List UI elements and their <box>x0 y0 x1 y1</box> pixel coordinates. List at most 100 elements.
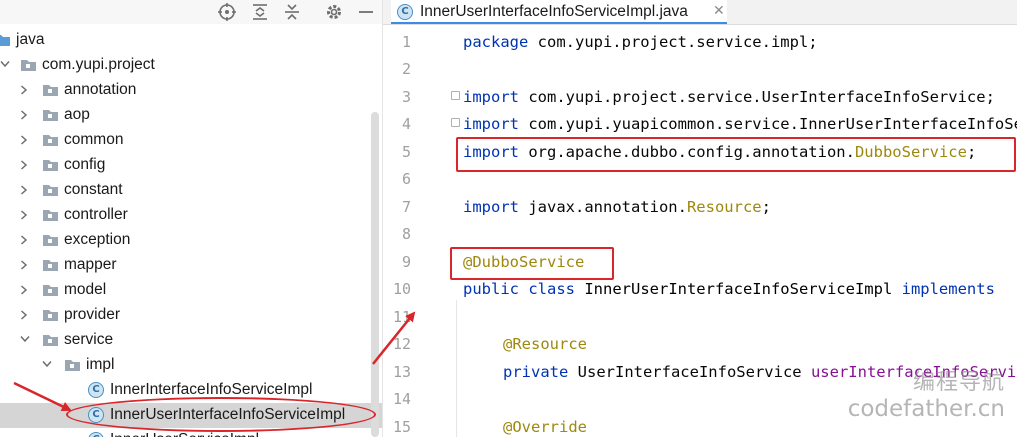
line-number: 5 <box>401 143 411 161</box>
tree-item-provider[interactable]: provider <box>0 303 382 328</box>
line-number: 13 <box>392 363 411 381</box>
tree-item-service[interactable]: service <box>0 328 382 353</box>
code-line-3: import com.yupi.project.service.UserInte… <box>463 88 995 106</box>
line-number: 10 <box>392 280 411 298</box>
highlight-box-dubbo-import <box>456 137 1016 172</box>
package-folder-icon <box>42 308 59 322</box>
chevron-right-icon[interactable] <box>20 210 28 220</box>
chevron-right-icon[interactable] <box>20 85 28 95</box>
chevron-right-icon[interactable] <box>20 135 28 145</box>
tree-item-label: annotation <box>64 81 137 98</box>
tree-item-label: constant <box>64 181 123 198</box>
locate-icon[interactable] <box>217 2 237 22</box>
highlight-box-dubbo-annotation <box>450 247 614 280</box>
line-number: 12 <box>392 335 411 353</box>
java-class-icon: C <box>88 382 104 398</box>
tree-item-label: impl <box>86 356 115 373</box>
package-folder-icon <box>20 58 37 72</box>
indent-guide <box>456 300 457 437</box>
chevron-right-icon[interactable] <box>20 285 28 295</box>
tab-title: InnerUserInterfaceInfoServiceImpl.java <box>420 3 688 20</box>
expand-all-icon[interactable] <box>250 2 270 22</box>
source-folder-icon <box>0 33 11 47</box>
code-line-7: import javax.annotation.Resource; <box>463 198 771 216</box>
line-number: 2 <box>401 60 411 78</box>
line-number: 6 <box>401 170 411 188</box>
tree-item-label: exception <box>64 231 131 248</box>
package-folder-icon <box>42 233 59 247</box>
line-number: 4 <box>401 115 411 133</box>
chevron-right-icon[interactable] <box>20 260 28 270</box>
chevron-down-icon[interactable] <box>42 360 52 368</box>
watermark-line-2: codefather.cn <box>847 396 1005 422</box>
java-class-icon: C <box>88 432 104 437</box>
line-number: 1 <box>401 33 411 51</box>
close-icon[interactable]: ✕ <box>713 3 725 19</box>
watermark-line-1: 编程导航 <box>912 370 1005 395</box>
line-number: 14 <box>392 390 411 408</box>
tree-item-common[interactable]: common <box>0 128 382 153</box>
code-line-12: @Resource <box>503 335 587 353</box>
tree-item-impl[interactable]: impl <box>0 353 382 378</box>
tab-inner-user-interface-info-service-impl[interactable]: C InnerUserInterfaceInfoServiceImpl.java… <box>391 0 727 24</box>
java-class-icon: C <box>397 4 413 20</box>
gear-icon[interactable] <box>324 2 344 22</box>
chevron-right-icon[interactable] <box>20 185 28 195</box>
package-folder-icon <box>42 183 59 197</box>
minimize-icon[interactable] <box>356 2 376 22</box>
fold-marker-icon[interactable] <box>451 118 460 127</box>
tree-item-annotation[interactable]: annotation <box>0 78 382 103</box>
tree-item-java[interactable]: java <box>0 28 382 53</box>
tree-item-com-yupi-project[interactable]: com.yupi.project <box>0 53 382 78</box>
line-number: 7 <box>401 198 411 216</box>
chevron-down-icon[interactable] <box>20 335 30 343</box>
chevron-right-icon[interactable] <box>20 235 28 245</box>
code-line-4: import com.yupi.yuapicommon.service.Inne… <box>463 115 1017 133</box>
line-number: 9 <box>401 253 411 271</box>
package-folder-icon <box>42 333 59 347</box>
collapse-all-icon[interactable] <box>282 2 302 22</box>
tree-item-label: java <box>16 31 45 48</box>
line-number: 11 <box>392 308 411 326</box>
project-toolbar <box>0 0 382 24</box>
package-folder-icon <box>42 283 59 297</box>
highlight-ellipse-selected-file <box>66 397 376 432</box>
editor-tab-bar: C InnerUserInterfaceInfoServiceImpl.java… <box>383 0 1017 25</box>
tree-item-label: mapper <box>64 256 117 273</box>
project-panel: java com.yupi.project annotation aop common c… <box>0 0 383 437</box>
code-line-1: package com.yupi.project.service.impl; <box>463 33 818 51</box>
tree-item-label: provider <box>64 306 120 323</box>
chevron-down-icon[interactable] <box>0 60 10 68</box>
tree-item-label: common <box>64 131 124 148</box>
watermark: 编程导航 codefather.cn <box>848 364 1005 422</box>
tree-item-mapper[interactable]: mapper <box>0 253 382 278</box>
chevron-right-icon[interactable] <box>20 160 28 170</box>
code-line-15: @Override <box>503 418 587 436</box>
tree-item-exception[interactable]: exception <box>0 228 382 253</box>
package-folder-icon <box>42 208 59 222</box>
code-line-10: public class InnerUserInterfaceInfoServi… <box>463 280 995 298</box>
tree-item-label: aop <box>64 106 90 123</box>
tree-item-label: controller <box>64 206 128 223</box>
package-folder-icon <box>42 133 59 147</box>
chevron-right-icon[interactable] <box>20 310 28 320</box>
tree-item-label: com.yupi.project <box>42 56 155 73</box>
fold-marker-icon[interactable] <box>451 91 460 100</box>
tree-item-label: service <box>64 331 114 348</box>
package-folder-icon <box>42 108 59 122</box>
package-folder-icon <box>42 83 59 97</box>
tree-item-label: config <box>64 156 106 173</box>
tree-scrollbar[interactable] <box>371 112 379 437</box>
tree-item-model[interactable]: model <box>0 278 382 303</box>
tree-item-controller[interactable]: controller <box>0 203 382 228</box>
package-folder-icon <box>42 158 59 172</box>
chevron-right-icon[interactable] <box>20 110 28 120</box>
package-folder-icon <box>42 258 59 272</box>
line-number-gutter: 1 2 3 4 5 6 7 8 9 10 11 12 13 14 15 <box>383 25 460 437</box>
tree-item-config[interactable]: config <box>0 153 382 178</box>
line-number: 3 <box>401 88 411 106</box>
tree-item-aop[interactable]: aop <box>0 103 382 128</box>
package-folder-icon <box>64 358 81 372</box>
tree-item-constant[interactable]: constant <box>0 178 382 203</box>
line-number: 15 <box>392 418 411 436</box>
